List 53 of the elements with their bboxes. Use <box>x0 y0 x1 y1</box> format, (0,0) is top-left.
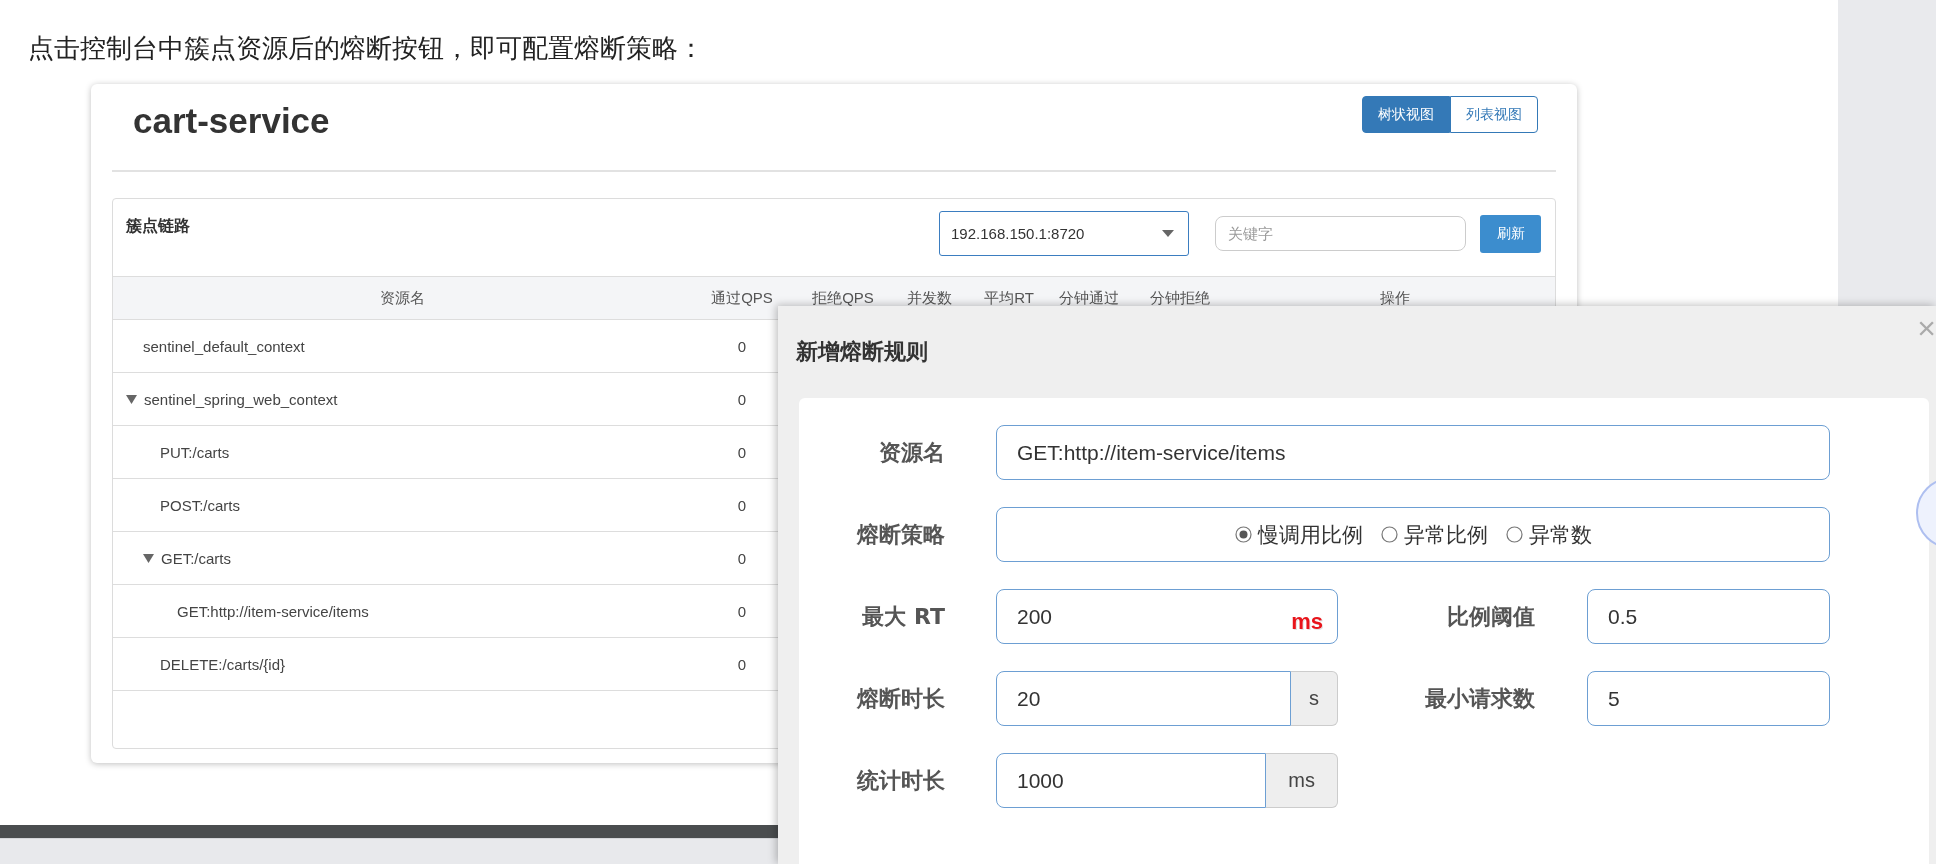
dialog-title: 新增熔断规则 <box>796 338 929 366</box>
field-label: 熔断时长 <box>856 684 945 713</box>
expanded-arrow-icon[interactable] <box>126 394 137 404</box>
column-header: 通过QPS <box>710 288 774 308</box>
text-field[interactable]: 200 ms <box>996 589 1338 644</box>
column-header: 资源名 <box>378 288 426 308</box>
text-field[interactable]: 1000 <box>996 753 1267 808</box>
expanded-arrow-icon[interactable] <box>143 553 154 563</box>
unit-label: ms <box>1291 608 1323 635</box>
resource-name[interactable]: GET:/carts <box>113 549 691 567</box>
qps-value: 0 <box>736 443 748 461</box>
intro-text: 点击控制台中簇点资源后的熔断按钮，即可配置熔断策略： <box>28 32 705 65</box>
text-field[interactable]: 5 <box>1587 671 1830 726</box>
column-header: 并发数 <box>905 288 953 308</box>
field-label: 最大 RT <box>861 602 945 631</box>
panel-title: 簇点链路 <box>126 216 190 236</box>
unit-addon: ms <box>1266 753 1338 808</box>
refresh-button[interactable]: 刷新 <box>1480 214 1541 253</box>
field-label: 资源名 <box>878 438 945 467</box>
column-header: 拒绝QPS <box>811 288 875 308</box>
column-header: 操作 <box>1379 288 1411 308</box>
radio-option[interactable]: 异常比例 <box>1380 520 1488 549</box>
caret-icon <box>1162 230 1174 237</box>
text-field[interactable]: 0.5 <box>1587 589 1830 644</box>
column-header: 平均RT <box>983 288 1035 308</box>
unit-addon: s <box>1291 671 1338 726</box>
view-tab[interactable]: 树状视图 <box>1362 96 1450 133</box>
field-label: 熔断策略 <box>856 520 945 549</box>
column-header: 分钟通过 <box>1058 288 1120 308</box>
resource-name[interactable]: sentinel_default_context <box>113 337 691 355</box>
resource-name[interactable]: GET:http://item-service/items <box>113 602 691 620</box>
text-field[interactable]: 20 <box>996 671 1291 726</box>
resource-name[interactable]: DELETE:/carts/{id} <box>113 655 691 673</box>
search-field[interactable]: 关键字 <box>1215 216 1466 251</box>
field-label: 比例阈值 <box>1446 602 1535 631</box>
qps-value: 0 <box>736 549 748 567</box>
resource-name[interactable]: POST:/carts <box>113 496 691 514</box>
column-header: 分钟拒绝 <box>1149 288 1211 308</box>
field-label: 统计时长 <box>855 766 945 795</box>
resource-name[interactable]: PUT:/carts <box>113 443 691 461</box>
qps-value: 0 <box>736 390 748 408</box>
qps-value: 0 <box>736 655 748 673</box>
service-title: cart-service <box>133 101 330 141</box>
qps-value: 0 <box>736 602 748 620</box>
radio-option[interactable]: 慢调用比例 <box>1234 520 1363 549</box>
view-tab[interactable]: 列表视图 <box>1450 96 1538 133</box>
qps-value: 0 <box>736 496 748 514</box>
resource-name[interactable]: sentinel_spring_web_context <box>113 390 691 408</box>
field-label: 最小请求数 <box>1424 684 1535 713</box>
radio-option[interactable]: 异常数 <box>1505 520 1592 549</box>
machine-select[interactable]: 192.168.150.1:8720 <box>939 211 1189 256</box>
text-field[interactable]: GET:http://item-service/items <box>996 425 1830 480</box>
qps-value: 0 <box>736 337 748 355</box>
